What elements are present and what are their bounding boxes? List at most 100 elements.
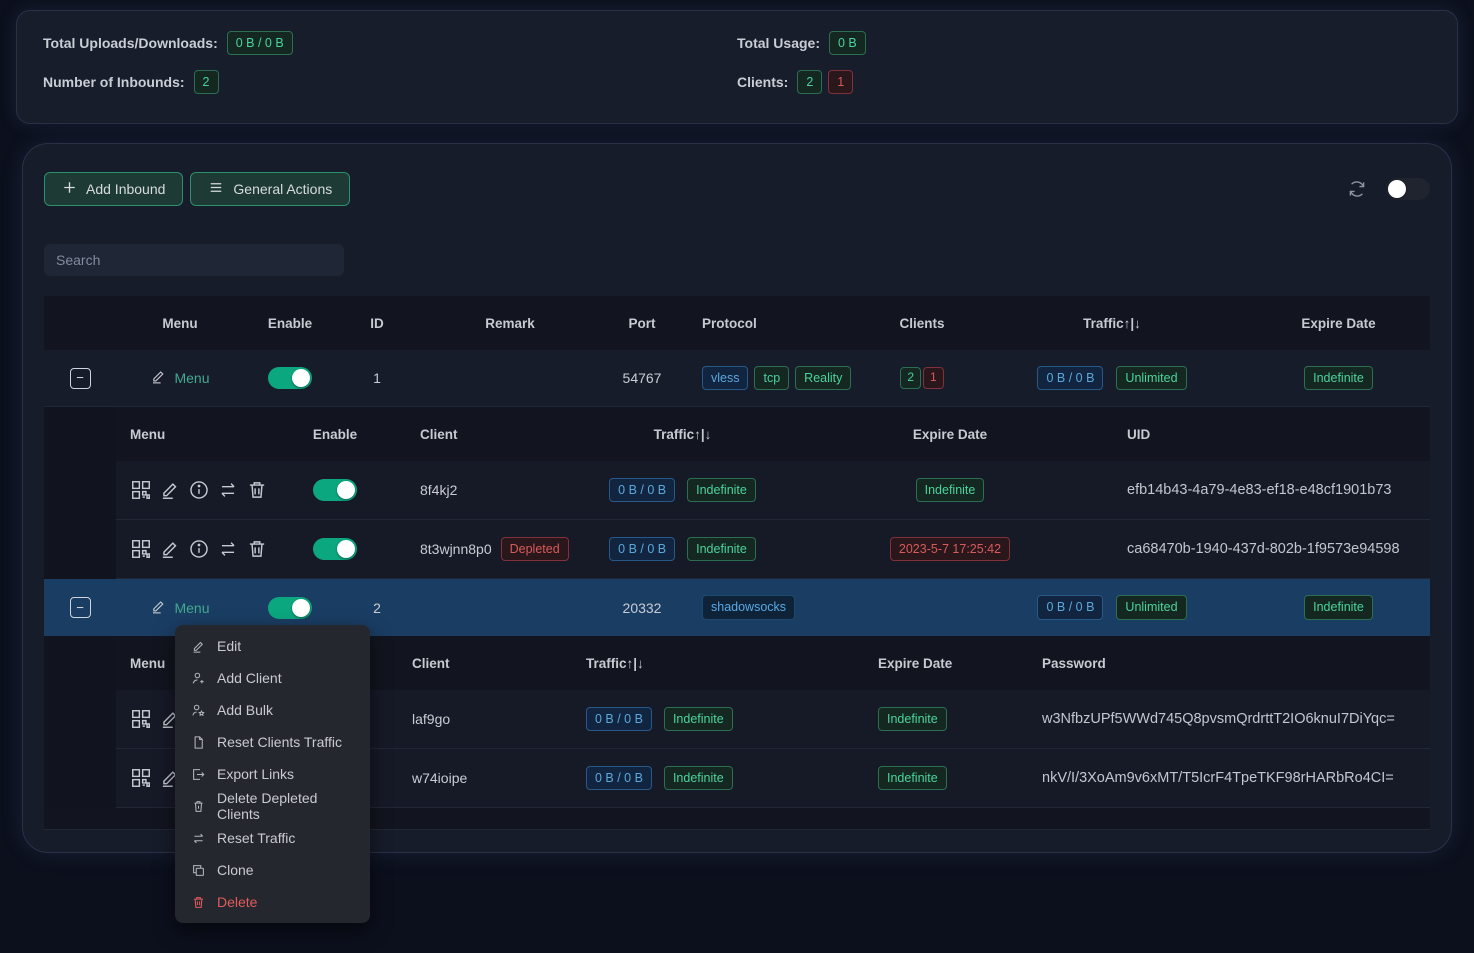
sub-header-menu: Menu <box>116 427 270 442</box>
delete-client-icon[interactable] <box>246 538 268 560</box>
stat-total-usage: Total Usage: 0 B <box>737 31 1431 55</box>
refresh-icon[interactable] <box>1347 179 1367 199</box>
client-traffic: 0 B / 0 B Indefinite <box>560 478 805 502</box>
client-name-cell: 8t3wjnn8p0 Depleted <box>400 537 560 561</box>
export-icon <box>191 767 206 782</box>
menu-item-add-bulk[interactable]: Add Bulk <box>175 694 370 726</box>
client-uid: ca68470b-1940-437d-802b-1f9573e94598 <box>1095 541 1430 557</box>
inbound-expire: Indefinite <box>1247 366 1430 390</box>
info-icon[interactable] <box>188 479 210 501</box>
delete-client-icon[interactable] <box>246 479 268 501</box>
edit-client-icon[interactable] <box>159 479 181 501</box>
inbound-row-1: Menu 1 54767 vless tcp Reality 2 1 0 B / <box>44 350 1430 407</box>
protocol-badge: Reality <box>795 366 851 390</box>
menu-item-clone[interactable]: Clone <box>175 854 370 886</box>
collapse-row-button[interactable] <box>70 368 91 389</box>
copy-icon <box>191 863 206 878</box>
edit-pencil-icon <box>150 598 167 618</box>
depleted-count-badge: 1 <box>923 367 944 388</box>
stat-total-uploads-downloads: Total Uploads/Downloads: 0 B / 0 B <box>43 31 737 55</box>
inbound-enable-toggle[interactable] <box>268 367 312 389</box>
inbound-menu-trigger[interactable]: Menu <box>150 598 209 618</box>
edit-client-icon[interactable] <box>159 538 181 560</box>
inbound-context-menu: Edit Add Client Add Bulk Reset Clients T… <box>175 625 370 923</box>
general-actions-button[interactable]: General Actions <box>190 172 350 206</box>
protocol-badge: vless <box>702 366 748 390</box>
menu-item-export-links[interactable]: Export Links <box>175 758 370 790</box>
client-row: 8t3wjnn8p0 Depleted 0 B / 0 B Indefinite… <box>116 520 1430 579</box>
add-inbound-button[interactable]: Add Inbound <box>44 172 183 206</box>
inbound-menu-trigger[interactable]: Menu <box>150 368 209 388</box>
client-uid: efb14b43-4a79-4e83-ef18-e48cf1901b73 <box>1095 482 1430 498</box>
client-traffic: 0 B / 0 B Indefinite <box>560 537 805 561</box>
toggle-knob <box>1388 180 1406 198</box>
stat-value-badge: 0 B / 0 B <box>227 31 293 55</box>
traffic-limit-badge: Unlimited <box>1116 595 1186 619</box>
traffic-limit-badge: Unlimited <box>1116 366 1186 390</box>
sub-header-password: Password <box>1040 656 1430 671</box>
menu-item-edit[interactable]: Edit <box>175 630 370 662</box>
client-expire: 2023-5-7 17:25:42 <box>805 537 1095 561</box>
menu-item-add-client[interactable]: Add Client <box>175 662 370 694</box>
client-enable-toggle[interactable] <box>313 479 357 501</box>
expire-badge: Indefinite <box>916 478 985 502</box>
depleted-badge: Depleted <box>501 537 569 561</box>
menu-item-delete-depleted-clients[interactable]: Delete Depleted Clients <box>175 790 370 822</box>
dark-mode-toggle[interactable] <box>1386 178 1430 200</box>
menu-item-delete[interactable]: Delete <box>175 886 370 918</box>
info-icon[interactable] <box>188 538 210 560</box>
client-name: 8f4kj2 <box>400 482 560 498</box>
inbound-1-clients-section: Menu Enable Client Traffic↑|↓ Expire Dat… <box>44 407 1430 579</box>
client-name: laf9go <box>400 711 560 727</box>
traffic-badge: 0 B / 0 B <box>1037 366 1103 390</box>
header-expire-date: Expire Date <box>1247 316 1430 331</box>
stat-clients: Clients: 2 1 <box>737 70 1431 94</box>
inbound-enable-toggle[interactable] <box>268 597 312 619</box>
sub-header-traffic-sortable[interactable]: Traffic↑|↓ <box>560 427 805 442</box>
traffic-badge: 0 B / 0 B <box>1037 595 1103 619</box>
inbound-client-counts: 2 1 <box>867 367 977 388</box>
edit-icon <box>191 639 206 654</box>
stats-panel: Total Uploads/Downloads: 0 B / 0 B Total… <box>16 10 1458 124</box>
general-actions-label: General Actions <box>233 181 332 197</box>
sub-header-client: Client <box>400 427 560 442</box>
client-enable-toggle[interactable] <box>313 538 357 560</box>
stat-number-of-inbounds: Number of Inbounds: 2 <box>43 70 737 94</box>
reset-traffic-icon[interactable] <box>217 479 239 501</box>
sub-header-uid: UID <box>1095 427 1430 442</box>
inbound-port: 54767 <box>602 370 682 386</box>
expire-badge: Indefinite <box>1304 595 1373 619</box>
menu-link-label: Menu <box>174 600 209 616</box>
qr-code-icon[interactable] <box>130 479 152 501</box>
client-actions <box>116 479 270 501</box>
qr-code-icon[interactable] <box>130 708 152 730</box>
protocol-badge: shadowsocks <box>702 595 795 619</box>
header-traffic-sortable[interactable]: Traffic↑|↓ <box>977 316 1247 331</box>
toolbar: Add Inbound General Actions <box>44 172 1430 206</box>
reset-traffic-icon[interactable] <box>217 538 239 560</box>
header-enable: Enable <box>244 316 336 331</box>
traffic-limit-badge: Indefinite <box>687 537 756 561</box>
sub-header-traffic-sortable[interactable]: Traffic↑|↓ <box>560 656 800 671</box>
clients-header-row: Menu Enable Client Traffic↑|↓ Expire Dat… <box>116 407 1430 461</box>
traffic-limit-badge: Indefinite <box>664 766 733 790</box>
qr-code-icon[interactable] <box>130 538 152 560</box>
protocol-badge: tcp <box>754 366 789 390</box>
menu-item-reset-traffic[interactable]: Reset Traffic <box>175 822 370 854</box>
traffic-badge: 0 B / 0 B <box>586 766 652 790</box>
stat-label: Clients: <box>737 74 788 90</box>
inbound-protocols: shadowsocks <box>682 595 867 619</box>
search-input[interactable] <box>44 244 344 276</box>
qr-code-icon[interactable] <box>130 767 152 789</box>
sub-header-client: Client <box>400 656 560 671</box>
menu-item-reset-clients-traffic[interactable]: Reset Clients Traffic <box>175 726 370 758</box>
client-name: 8t3wjnn8p0 <box>420 541 492 557</box>
expire-badge: Indefinite <box>878 707 947 731</box>
xui-inbounds-page: Total Uploads/Downloads: 0 B / 0 B Total… <box>0 0 1474 953</box>
collapse-row-button[interactable] <box>70 597 91 618</box>
expire-badge: 2023-5-7 17:25:42 <box>890 537 1010 561</box>
inbound-protocols: vless tcp Reality <box>682 366 867 390</box>
inbound-id: 1 <box>336 370 418 386</box>
traffic-limit-badge: Indefinite <box>664 707 733 731</box>
client-password: w3NfbzUPf5WWd745Q8pvsmQrdrttT2IO6knuI7Di… <box>1040 711 1430 727</box>
